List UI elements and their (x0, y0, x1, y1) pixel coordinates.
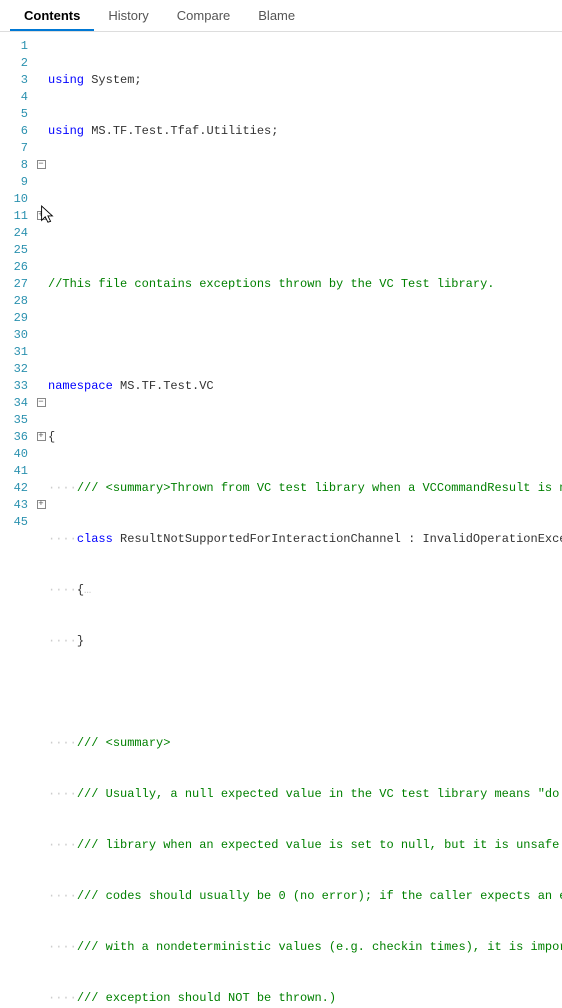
line-number-gutter: 1 2 3 4 5 6 7 8 9 10 11 24 25 26 27 28 2… (0, 38, 34, 1008)
fold-toggle[interactable]: + (37, 432, 46, 441)
fold-toggle[interactable]: − (37, 160, 46, 169)
code-content[interactable]: using System; using MS.TF.Test.Tfaf.Util… (48, 38, 562, 1008)
tab-compare[interactable]: Compare (163, 0, 244, 31)
fold-toggle[interactable]: − (37, 398, 46, 407)
tab-bar: Contents History Compare Blame (0, 0, 562, 32)
code-editor[interactable]: 1 2 3 4 5 6 7 8 9 10 11 24 25 26 27 28 2… (0, 32, 562, 1008)
fold-toggle[interactable]: + (37, 211, 46, 220)
tab-history[interactable]: History (94, 0, 162, 31)
tab-blame[interactable]: Blame (244, 0, 309, 31)
fold-gutter: − + − + + (34, 38, 48, 1008)
tab-contents[interactable]: Contents (10, 0, 94, 31)
fold-toggle[interactable]: + (37, 500, 46, 509)
